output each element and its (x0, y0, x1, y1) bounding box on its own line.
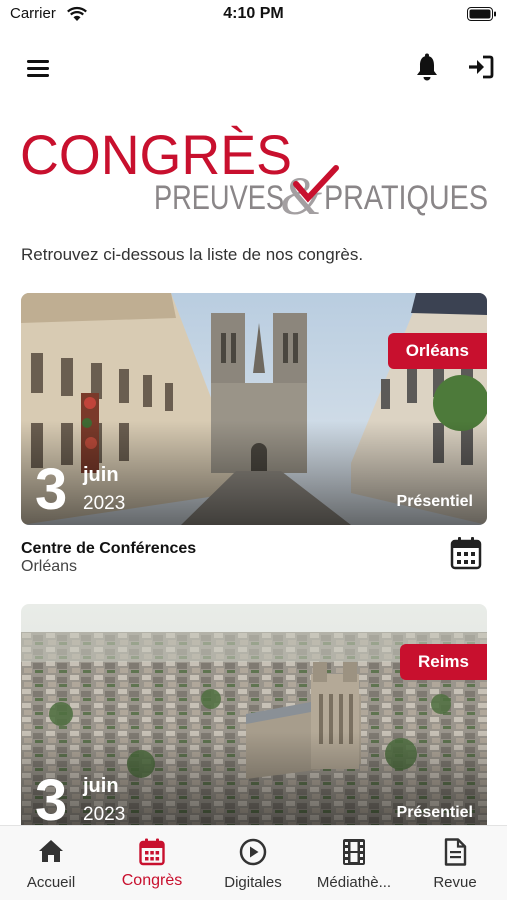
tab-label: Médiathè... (316, 874, 392, 891)
event-mode: Présentiel (396, 804, 473, 821)
tab-mediatheque[interactable]: Médiathè... (304, 826, 404, 901)
logo-pratiques: PRATIQUES (324, 179, 488, 217)
logo-preuves: PREUVES (154, 179, 284, 217)
battery-icon (467, 7, 496, 21)
document-icon (444, 838, 467, 866)
event-month: juin (83, 464, 119, 486)
play-icon (239, 838, 267, 866)
event-day: 3 (35, 457, 68, 522)
tab-congres[interactable]: Congrès (102, 826, 202, 901)
event-day: 3 (35, 768, 68, 833)
add-to-calendar-icon[interactable] (450, 536, 482, 570)
login-icon[interactable] (466, 52, 496, 82)
bottom-tab-bar: Accueil Congrès Digitales Médiathè... Re… (0, 825, 507, 900)
congres-logo: CONGRÈS PREUVES & PRATIQUES (20, 123, 488, 218)
city-badge: Reims (399, 644, 487, 680)
tab-label: Congrès (121, 872, 183, 889)
status-bar: Carrier 4:10 PM (0, 0, 507, 32)
tab-digitales[interactable]: Digitales (203, 826, 303, 901)
city-badge: Orléans (387, 333, 487, 369)
orleans-cathedral-photo (21, 293, 487, 525)
reims-aerial-photo (21, 604, 487, 836)
event-card-orleans[interactable]: Orléans 3 juin 2023 Présentiel (21, 293, 487, 525)
film-icon (343, 839, 365, 865)
event-month: juin (83, 775, 119, 797)
tab-accueil[interactable]: Accueil (1, 826, 101, 901)
tab-label: Accueil (26, 874, 76, 891)
tab-revue[interactable]: Revue (405, 826, 505, 901)
event-year: 2023 (83, 493, 126, 514)
intro-text: Retrouvez ci-dessous la liste de nos con… (21, 245, 364, 264)
tab-label: Revue (433, 874, 477, 891)
event-mode: Présentiel (396, 493, 473, 510)
top-bar (0, 48, 507, 88)
calendar-icon (139, 838, 165, 866)
tab-label: Digitales (224, 874, 282, 891)
event-year: 2023 (83, 804, 126, 825)
logo-title: CONGRÈS (20, 123, 292, 186)
bell-icon[interactable] (413, 52, 441, 82)
venue-name: Centre de Conférences (21, 540, 197, 557)
venue-city: Orléans (21, 558, 78, 575)
event-card-reims[interactable]: Reims 3 juin 2023 Présentiel (21, 604, 487, 836)
home-icon (39, 840, 63, 862)
clock: 4:10 PM (223, 5, 284, 22)
menu-icon[interactable] (24, 54, 54, 82)
